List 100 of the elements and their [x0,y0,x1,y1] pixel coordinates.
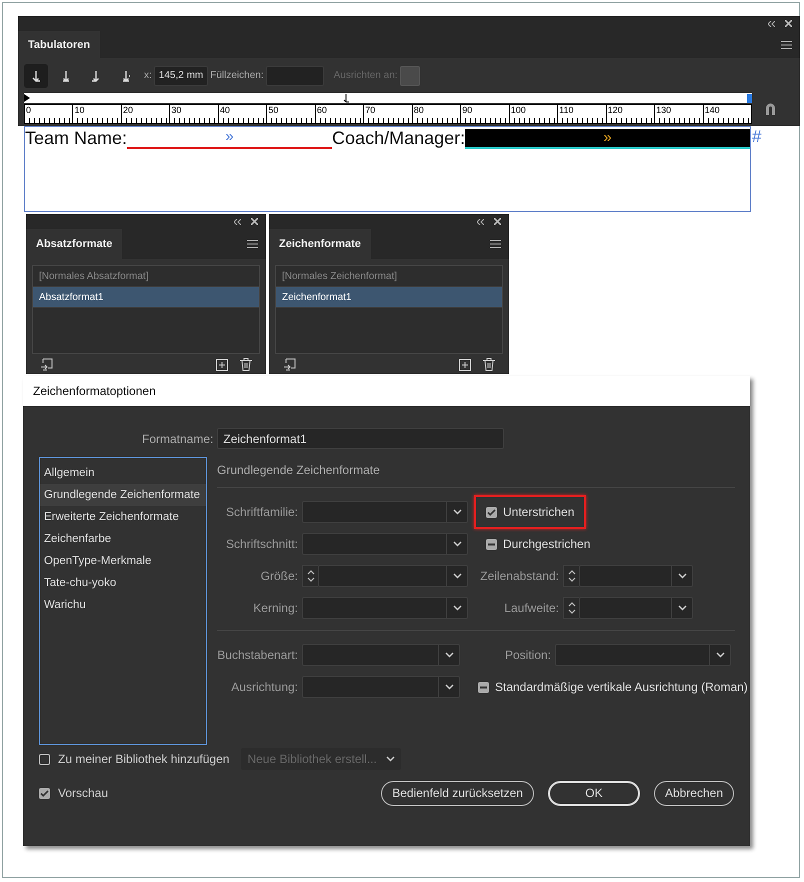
style-item[interactable]: Absatzformat1 [33,287,259,308]
tab-align-button[interactable] [24,64,48,88]
tab-stop-icon [30,68,42,82]
leader-label: Füllzeichen: [210,70,264,81]
category-item[interactable]: Grundlegende Zeichenformate [40,484,206,506]
field-label: Position: [504,648,551,662]
section-title: Grundlegende Zeichenformate [217,462,381,479]
chevron-down-icon [452,573,462,579]
chevron-down-icon [452,605,462,611]
checkbox[interactable] [486,506,497,518]
load-styles-icon[interactable] [40,358,53,371]
trash-icon[interactable] [240,358,252,371]
ruler-number: 20 [122,105,133,115]
menu-icon[interactable] [247,240,258,248]
checkbox-label: Durchgestrichen [503,537,590,551]
field-label: Schriftfamilie: [224,505,298,519]
menu-icon[interactable] [490,240,501,248]
panel-tab[interactable]: Absatzformate [26,229,122,259]
category-item[interactable]: Erweiterte Zeichenformate [40,506,206,528]
category-item[interactable]: Zeichenfarbe [40,528,206,550]
ruler-number: 140 [704,105,720,115]
position-field[interactable]: 145,2 mm [154,66,208,86]
chevron-down-icon [444,684,454,690]
spinner-field[interactable] [302,565,468,587]
category-item[interactable]: OpenType-Merkmale [40,550,206,572]
spinner-field[interactable] [563,597,693,619]
menu-icon[interactable] [781,40,792,48]
checkbox[interactable] [39,754,50,764]
leader-field[interactable] [266,66,324,86]
tab-stop-icon [60,68,72,82]
collapse-icon[interactable] [768,20,775,26]
ruler-number: 120 [608,105,623,115]
checkbox-label: Unterstrichen [503,505,574,519]
close-icon[interactable] [251,218,258,225]
checkbox-label: Standardmäßige vertikale Ausrichtung (Roman) [495,680,748,694]
category-item[interactable]: Allgemein [40,462,206,484]
checkbox[interactable] [39,788,50,798]
close-icon[interactable] [785,20,792,27]
field-label: Ausrichtung: [230,680,298,694]
chevron-down-icon [386,756,396,762]
ruler[interactable]: 0 10 20 30 40 50 60 70 80 90 100 110 120 130 140 [24,104,752,124]
panel-tab[interactable]: Zeichenformate [269,229,371,259]
tab-stop-icon[interactable] [343,94,349,103]
category-item[interactable]: Tate-chu-yoko [40,572,206,594]
new-style-icon[interactable] [459,358,471,370]
ruler-number: 70 [365,105,376,115]
field-label: Schriftschnitt: [224,537,298,551]
end-mark: # [752,127,762,147]
chevron-down-icon [678,605,686,611]
ruler-number: 10 [74,105,84,115]
tab-stop-icon [90,68,102,82]
load-styles-icon[interactable] [283,358,296,371]
style-item[interactable]: Zeichenformat1 [276,287,502,308]
field-label: Buchstabenart: [217,648,298,662]
field-label: Laufweite: [503,601,559,615]
align-field[interactable] [400,66,420,86]
new-style-icon[interactable] [216,358,228,370]
tab-leader: » [465,129,750,149]
checkbox-label: Zu meiner Bibliothek hinzufügen [58,752,230,766]
stepper-icon [568,601,576,615]
chevron-down-icon [716,652,724,658]
dialog-button[interactable]: Bedienfeld zurücksetzen [381,780,534,806]
team-name-label: Team Name: [25,127,128,149]
field-label: Größe: [260,569,298,583]
dialog-title: Zeichenformatoptionen [23,376,750,406]
category-item[interactable]: Warichu [40,594,206,616]
ruler-number: 90 [462,105,472,115]
chevron-down-icon [678,573,686,579]
chevron-down-icon [452,541,462,547]
close-icon[interactable] [494,218,501,225]
ruler-number: 110 [559,105,574,115]
trash-icon[interactable] [483,358,495,371]
collapse-icon[interactable] [234,218,241,224]
x-label: x: [144,70,152,81]
collapse-icon[interactable] [477,218,484,224]
stepper-icon [306,569,314,583]
indent-marker-icon[interactable] [24,94,30,102]
coach-label: Coach/Manager: [332,127,466,149]
stepper-icon [568,569,576,583]
checkbox[interactable] [478,682,489,692]
checkbox-label: Vorschau [58,786,108,800]
dialog-button[interactable]: OK [548,780,640,806]
ruler-number: 130 [656,105,672,115]
ruler-number: 40 [220,105,230,115]
ruler-number: 100 [510,105,526,115]
ruler-number: 0 [26,105,32,115]
tab-leader: » [127,127,332,149]
chevron-down-icon [444,652,454,658]
panel-tab[interactable]: Tabulatoren [18,31,100,58]
name-field[interactable]: Zeichenformat1 [217,428,504,449]
ruler-number: 60 [316,105,327,115]
magnet-icon[interactable] [764,102,777,115]
field-label: Kerning: [252,601,298,615]
dialog-button[interactable]: Abbrechen [654,780,734,806]
tab-stop-icon [120,68,132,82]
spinner-field[interactable] [563,565,693,587]
checkbox[interactable] [486,538,497,550]
ruler-number: 80 [414,105,424,115]
ruler-number: 30 [171,105,182,115]
ruler-number: 50 [268,105,278,115]
